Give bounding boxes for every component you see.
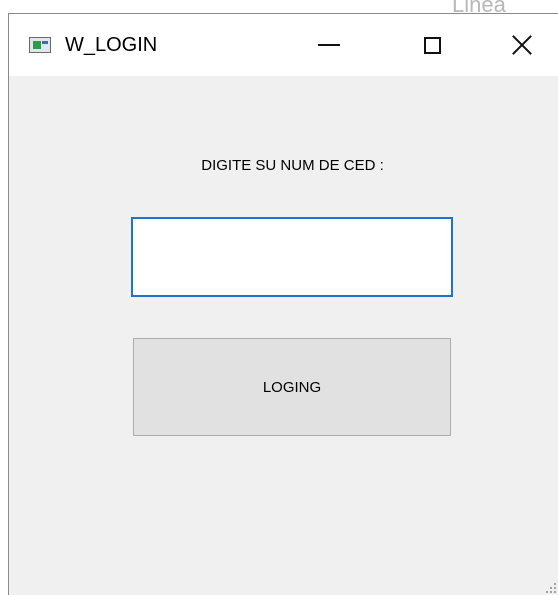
maximize-icon [423,36,441,54]
resize-grip-icon[interactable] [544,581,556,593]
app-window-icon [29,37,51,53]
maximize-button[interactable] [404,20,460,70]
close-button[interactable] [494,20,550,70]
title-bar[interactable]: W_LOGIN [9,14,558,76]
minimize-icon [318,44,340,46]
login-button[interactable]: LOGING [133,338,451,436]
minimize-button[interactable] [301,20,357,70]
window-title: W_LOGIN [65,34,158,56]
close-icon [511,34,533,56]
login-window: W_LOGIN DIGITE SU NUM DE CED : LOGING [8,13,558,595]
cedula-prompt-label: DIGITE SU NUM DE CED : [201,157,384,174]
cedula-input[interactable] [131,217,453,297]
